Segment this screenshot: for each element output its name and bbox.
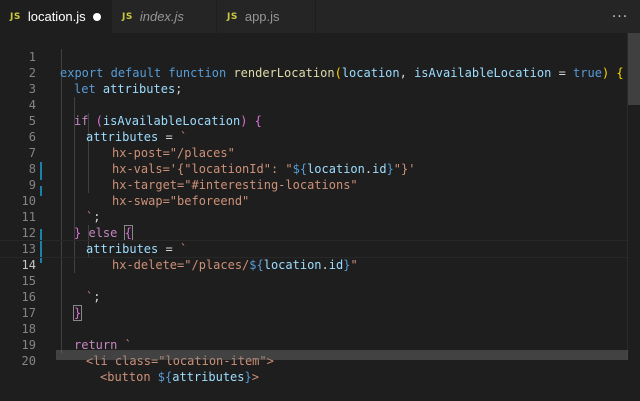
tab-label: index.js — [139, 9, 184, 24]
tab-location-js[interactable]: JS location.js — [0, 0, 112, 33]
code-line[interactable]: 12 attributes = ` — [0, 209, 628, 256]
tab-label: app.js — [244, 9, 280, 24]
code-editor[interactable]: 1 export default function renderLocation… — [0, 33, 640, 384]
js-file-icon: JS — [227, 11, 238, 22]
line-number: 20 — [21, 354, 36, 368]
code-line[interactable]: 13 hx-delete="/places/${location.id}" — [0, 225, 628, 272]
code-line[interactable]: 11 } else { — [0, 193, 628, 241]
tab-bar: JS location.js JS index.js JS app.js ··· — [0, 0, 640, 34]
code-line[interactable]: 10 `; — [0, 177, 628, 224]
code-line[interactable]: 4 if (isAvailableLocation) { — [0, 81, 628, 128]
unsaved-dot-icon[interactable] — [93, 12, 101, 21]
tab-app-js[interactable]: JS app.js — [217, 0, 316, 33]
code-line[interactable]: 15 `; — [0, 257, 628, 304]
tab-index-js[interactable]: JS index.js — [112, 0, 217, 33]
js-file-icon: JS — [10, 11, 21, 22]
js-file-icon: JS — [122, 11, 133, 22]
code-line[interactable]: 7 hx-vals='{"locationId": "${location.id… — [0, 129, 628, 176]
code-line[interactable]: 5 attributes = ` — [0, 97, 628, 144]
code-line[interactable]: 18 return ` — [0, 305, 628, 352]
code-line[interactable]: 2 let attributes; — [0, 49, 628, 96]
code-line[interactable]: 16 } — [0, 273, 628, 321]
code-line[interactable]: 9 hx-swap="beforeend" — [0, 161, 628, 208]
vertical-scrollbar-thumb[interactable] — [628, 33, 640, 105]
horizontal-scrollbar[interactable] — [56, 350, 628, 360]
code-line[interactable]: 1 export default function renderLocation… — [0, 33, 628, 80]
code-line[interactable]: 19 <li class="location-item"> — [0, 321, 628, 368]
code-line[interactable]: 17 — [0, 289, 628, 320]
tab-label: location.js — [27, 9, 86, 24]
more-actions-icon[interactable]: ··· — [600, 0, 640, 33]
current-code-line[interactable]: 14 — [0, 240, 629, 272]
code-line[interactable]: 8 hx-target="#interesting-locations" — [0, 145, 628, 192]
code-line[interactable]: 3 — [0, 65, 628, 96]
code-text: <button ${attributes}> — [100, 370, 259, 384]
code-line[interactable]: 6 hx-post="/places" — [0, 113, 628, 160]
